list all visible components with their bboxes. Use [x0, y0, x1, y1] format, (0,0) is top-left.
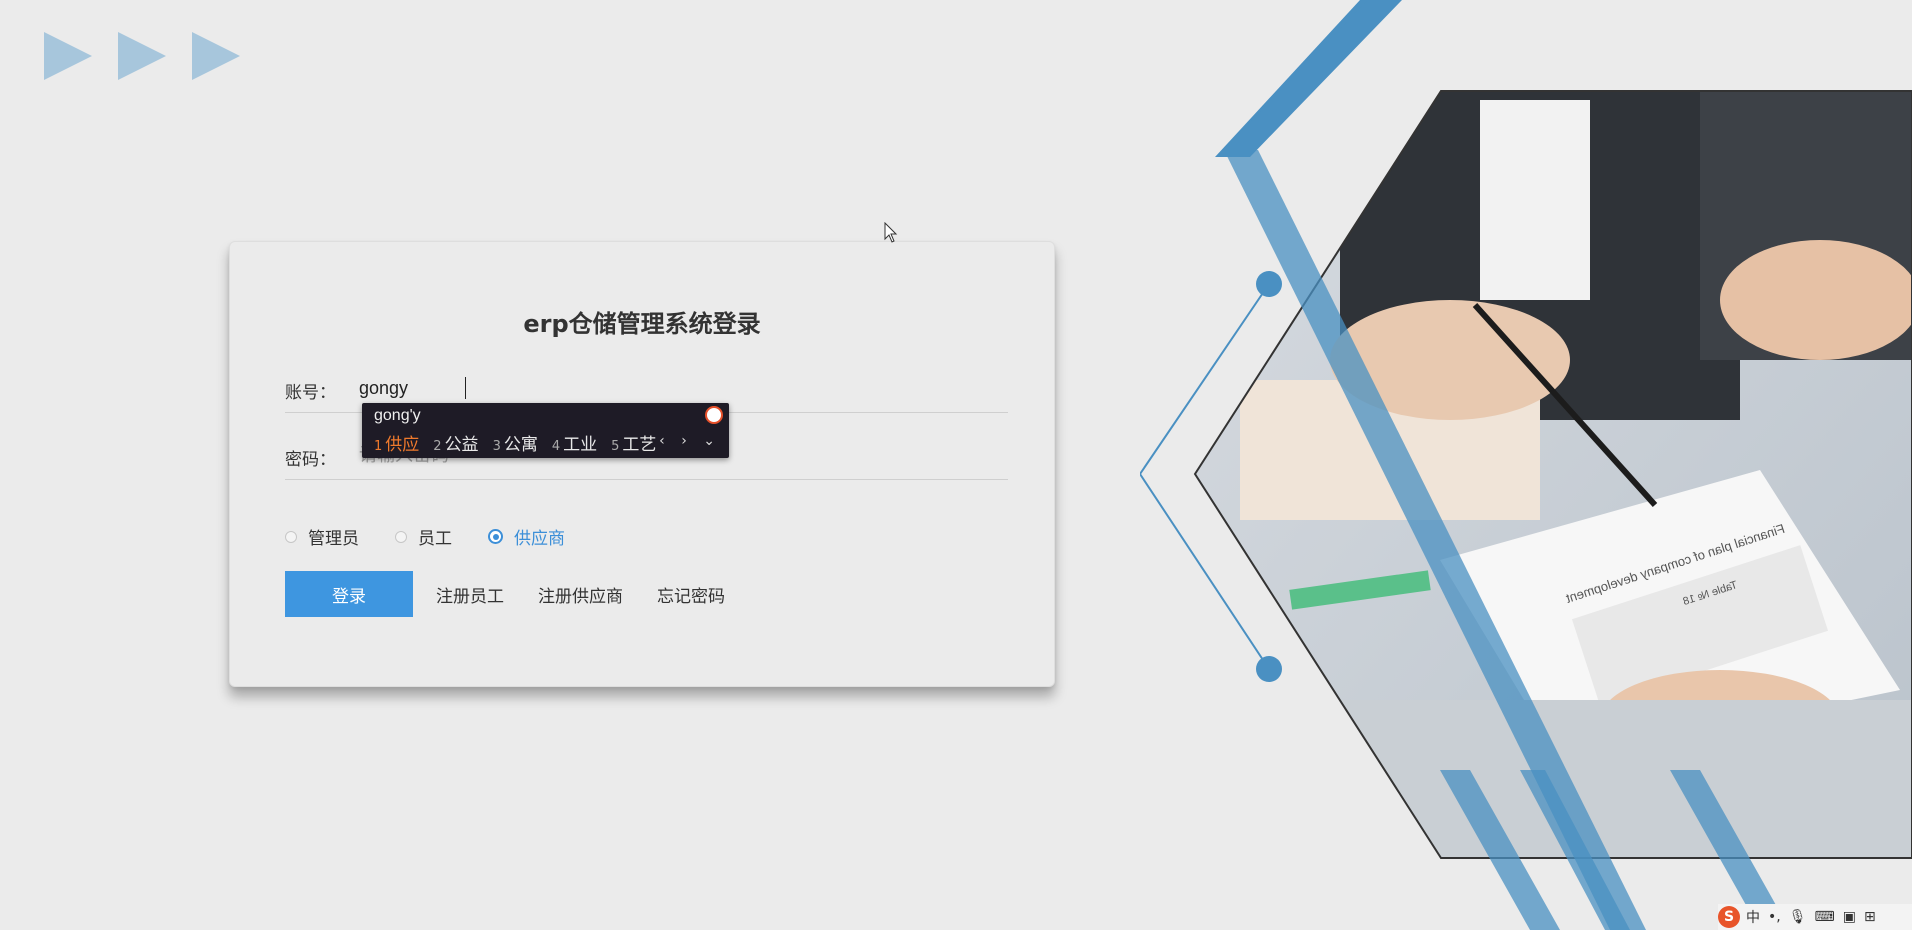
ime-candidate[interactable]: 3 公寓 — [493, 430, 538, 455]
register-employee-link[interactable]: 注册员工 — [436, 582, 504, 607]
ime-candidate-window: gong'y 1 供应 2 公益 3 公寓 4 工业 5 工艺 ‹ › ⌄ — [362, 403, 729, 458]
ime-toolbar: S 中 •, 🎙 ⌨ ▣ ⊞ — [1718, 904, 1912, 930]
radio-icon[interactable] — [285, 530, 297, 543]
role-option-employee[interactable]: 员工 — [395, 524, 452, 549]
candidate-number: 5 — [611, 439, 620, 454]
text-caret — [465, 377, 466, 399]
register-supplier-link[interactable]: 注册供应商 — [538, 582, 623, 607]
play-triangle-icon — [44, 32, 92, 80]
role-label: 员工 — [418, 529, 452, 549]
account-input[interactable] — [359, 372, 959, 404]
radio-icon[interactable] — [395, 530, 407, 543]
ime-candidate[interactable]: 4 工业 — [552, 430, 597, 455]
decorative-arrows — [44, 32, 240, 80]
ime-composition: gong'y — [374, 407, 421, 424]
candidate-number: 1 — [374, 439, 383, 454]
play-triangle-icon — [192, 32, 240, 80]
candidate-number: 3 — [492, 439, 501, 454]
ime-candidate[interactable]: 1 供应 — [374, 430, 419, 455]
candidate-number: 2 — [433, 439, 442, 454]
candidate-text: 工艺 — [622, 435, 657, 455]
sogou-logo-icon[interactable]: S — [1718, 906, 1740, 928]
ime-candidate[interactable]: 5 工艺 — [611, 430, 656, 455]
login-button[interactable]: 登录 — [285, 571, 413, 617]
role-label: 管理员 — [308, 529, 359, 549]
mouse-pointer-icon — [884, 222, 898, 243]
radio-checked-icon[interactable] — [488, 529, 503, 544]
play-triangle-icon — [118, 32, 166, 80]
keyboard-icon[interactable]: ⌨ — [1815, 909, 1835, 925]
candidate-text: 工业 — [563, 435, 598, 455]
password-label: 密码： — [285, 450, 336, 470]
role-option-admin[interactable]: 管理员 — [285, 524, 359, 549]
shirt-icon[interactable]: ▣ — [1843, 909, 1856, 925]
candidate-number: 4 — [551, 439, 561, 454]
ime-punctuation-toggle[interactable]: •, — [1768, 909, 1781, 925]
role-option-supplier[interactable]: 供应商 — [488, 524, 565, 549]
ime-page-nav[interactable]: ‹ › ⌄ — [659, 433, 721, 449]
page-title: erp仓储管理系统登录 — [523, 310, 761, 338]
sogou-logo-icon — [705, 406, 723, 424]
ime-language-toggle[interactable]: 中 — [1746, 907, 1760, 927]
candidate-text: 供应 — [385, 435, 420, 455]
hero-illustration: Financial plan of company development Ta… — [1140, 0, 1912, 930]
role-label: 供应商 — [514, 529, 565, 549]
forgot-password-link[interactable]: 忘记密码 — [657, 582, 725, 607]
role-selector: 管理员 员工 供应商 — [285, 524, 601, 549]
login-card: erp仓储管理系统登录 账号： 密码： 管理员 员工 供应商 登录 注册员工 注… — [229, 241, 1055, 687]
mic-icon[interactable]: 🎙 — [1789, 909, 1807, 925]
grid-icon[interactable]: ⊞ — [1864, 909, 1876, 925]
action-row: 登录 注册员工 注册供应商 忘记密码 — [285, 571, 725, 617]
ime-candidate[interactable]: 2 公益 — [433, 430, 478, 455]
candidate-text: 公寓 — [503, 435, 538, 455]
candidate-text: 公益 — [444, 435, 479, 455]
ime-candidate-list: 1 供应 2 公益 3 公寓 4 工业 5 工艺 — [374, 430, 670, 455]
account-label: 账号： — [285, 383, 336, 403]
